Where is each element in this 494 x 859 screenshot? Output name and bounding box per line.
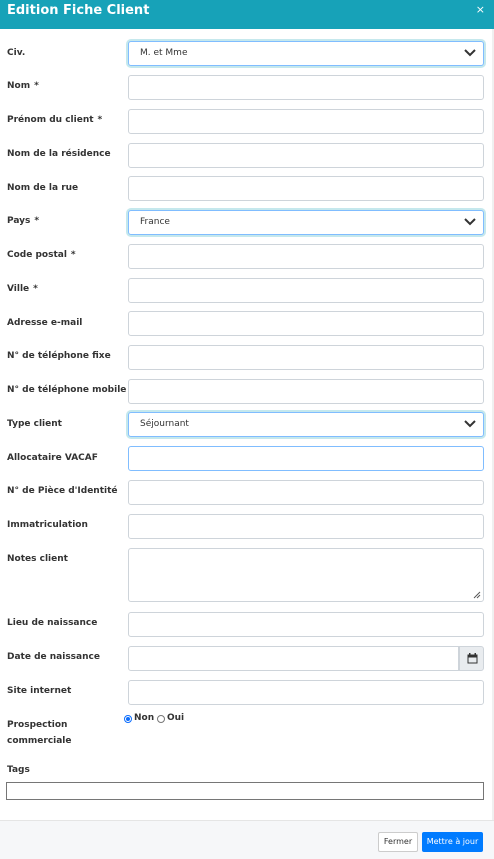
required-mark: * bbox=[97, 115, 103, 125]
notes-label: Notes client bbox=[7, 554, 68, 564]
cp-input[interactable] bbox=[128, 244, 484, 269]
pays-select[interactable]: France bbox=[128, 210, 484, 235]
tel-fixe-label: N° de téléphone fixe bbox=[7, 351, 111, 361]
lieu-naissance-label: Lieu de naissance bbox=[7, 618, 98, 628]
piece-input[interactable] bbox=[128, 480, 484, 505]
radio-non-label[interactable]: Non bbox=[134, 713, 154, 723]
nom-input[interactable] bbox=[128, 75, 484, 100]
nom-label-text: Nom bbox=[7, 81, 31, 91]
fermer-button[interactable]: Fermer bbox=[378, 832, 418, 852]
tel-mobile-input[interactable] bbox=[128, 379, 484, 404]
rue-input[interactable] bbox=[128, 176, 484, 201]
calendar-icon bbox=[467, 653, 478, 664]
site-input[interactable] bbox=[128, 680, 484, 705]
prospection-label-line1: Prospection bbox=[7, 720, 68, 730]
modal-title: Edition Fiche Client bbox=[7, 3, 150, 18]
prenom-label: Prénom du client * bbox=[7, 114, 102, 127]
vacaf-input[interactable] bbox=[128, 446, 484, 471]
calendar-button[interactable] bbox=[459, 646, 484, 671]
prospection-label-line2: commerciale bbox=[7, 736, 72, 746]
pays-value: France bbox=[140, 217, 170, 227]
cp-label-text: Code postal bbox=[7, 250, 67, 260]
chevron-down-icon bbox=[464, 49, 476, 57]
residence-label: Nom de la résidence bbox=[7, 149, 111, 159]
tel-mobile-label: N° de téléphone mobile bbox=[7, 385, 127, 395]
ville-label-text: Ville bbox=[7, 284, 30, 294]
tags-label: Tags bbox=[7, 765, 30, 775]
rue-label: Nom de la rue bbox=[7, 183, 79, 193]
mettre-a-jour-button[interactable]: Mettre à jour bbox=[422, 832, 483, 852]
piece-label: N° de Pièce d'Identité bbox=[7, 486, 118, 496]
modal-footer bbox=[0, 820, 494, 859]
email-input[interactable] bbox=[128, 311, 484, 336]
ville-input[interactable] bbox=[128, 278, 484, 303]
chevron-down-icon bbox=[464, 420, 476, 428]
immat-label: Immatriculation bbox=[7, 520, 88, 530]
tags-input[interactable] bbox=[6, 782, 484, 800]
prospection-label: Prospection commerciale bbox=[7, 719, 72, 748]
ville-label: Ville * bbox=[7, 283, 38, 296]
vacaf-label: Allocataire VACAF bbox=[7, 453, 98, 463]
required-mark: * bbox=[33, 284, 38, 294]
civ-value: M. et Mme bbox=[140, 48, 188, 58]
date-naissance-label: Date de naissance bbox=[7, 652, 100, 662]
civ-label: Civ. bbox=[7, 48, 26, 58]
type-client-label: Type client bbox=[7, 419, 62, 429]
civ-select[interactable]: M. et Mme bbox=[128, 41, 484, 66]
email-label: Adresse e-mail bbox=[7, 318, 83, 328]
residence-input[interactable] bbox=[128, 143, 484, 168]
notes-textarea[interactable] bbox=[128, 548, 484, 602]
tel-fixe-input[interactable] bbox=[128, 345, 484, 370]
site-label: Site internet bbox=[7, 686, 72, 696]
pays-label: Pays * bbox=[7, 215, 39, 228]
immat-input[interactable] bbox=[128, 514, 484, 539]
lieu-naissance-input[interactable] bbox=[128, 612, 484, 637]
nom-label: Nom * bbox=[7, 80, 39, 93]
radio-non[interactable] bbox=[124, 715, 132, 723]
required-mark: * bbox=[34, 216, 40, 226]
type-client-select[interactable]: Séjournant bbox=[128, 412, 484, 437]
chevron-down-icon bbox=[464, 218, 476, 226]
radio-oui[interactable] bbox=[157, 715, 165, 723]
prenom-input[interactable] bbox=[128, 109, 484, 134]
type-client-value: Séjournant bbox=[140, 419, 189, 429]
resize-grip-icon[interactable] bbox=[473, 591, 481, 599]
required-mark: * bbox=[34, 81, 39, 91]
pays-label-text: Pays bbox=[7, 216, 31, 226]
radio-oui-label[interactable]: Oui bbox=[167, 713, 184, 723]
prenom-label-text: Prénom du client bbox=[7, 115, 94, 125]
cp-label: Code postal * bbox=[7, 249, 76, 262]
required-mark: * bbox=[70, 250, 76, 260]
modal-header: Edition Fiche Client × bbox=[0, 0, 494, 29]
close-icon[interactable]: × bbox=[476, 4, 485, 16]
date-naissance-input[interactable] bbox=[128, 646, 459, 671]
